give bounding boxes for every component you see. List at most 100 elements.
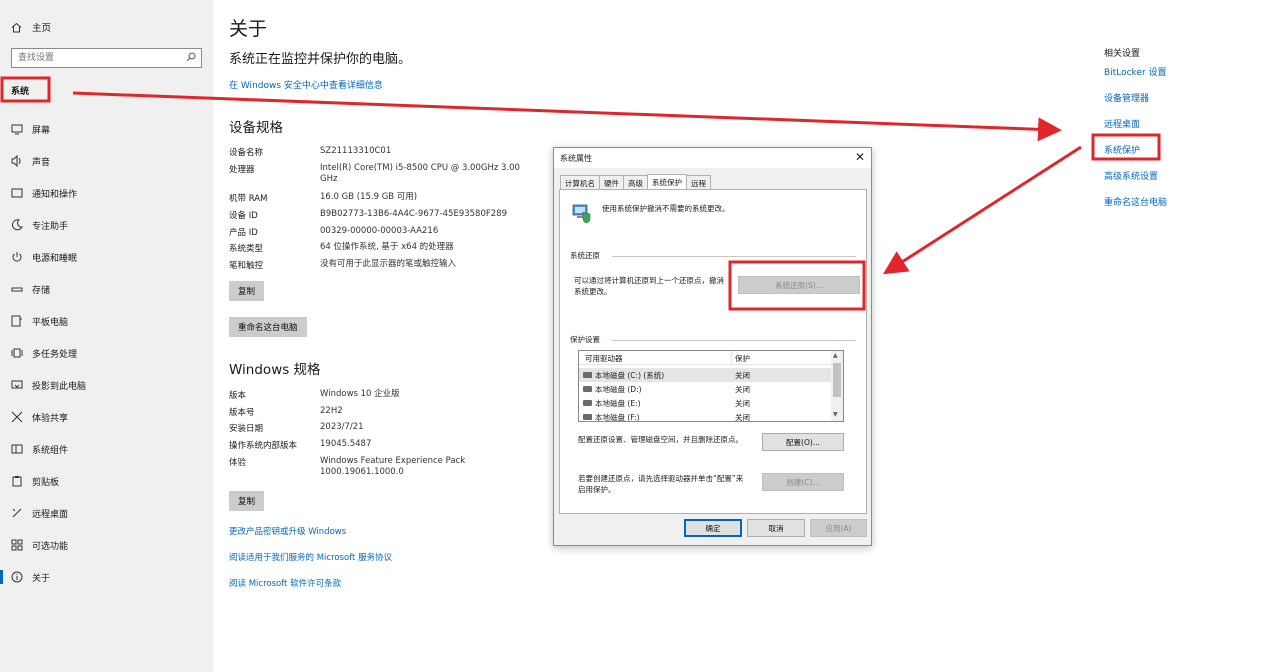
scroll-thumb[interactable] <box>833 363 841 397</box>
restore-text-line2: 系统更改。 <box>574 287 612 296</box>
nav-home[interactable]: 主页 <box>11 19 51 35</box>
drive-row[interactable]: 本地磁盘 (E:) 关闭 <box>579 396 831 410</box>
drive-icon <box>583 386 592 392</box>
notification-icon <box>10 187 24 199</box>
tab-advanced[interactable]: 高级 <box>623 175 648 189</box>
spec-key: 设备 ID <box>229 211 258 221</box>
drive-name: 本地磁盘 (D:) <box>595 385 642 394</box>
spec-value: Windows 10 企业版 <box>320 389 400 399</box>
apply-button[interactable]: 应用(A) <box>810 519 867 537</box>
tab-computer-name[interactable]: 计算机名 <box>560 175 600 189</box>
security-center-link[interactable]: 在 Windows 安全中心中查看详细信息 <box>229 78 383 91</box>
sidebar-item-components[interactable]: 系统组件 <box>0 439 213 459</box>
drive-row[interactable]: 本地磁盘 (F:) 关闭 <box>579 410 831 422</box>
spec-value: 2023/7/21 <box>320 422 364 432</box>
moon-icon <box>10 219 24 231</box>
sidebar-item-label: 远程桌面 <box>32 509 69 520</box>
components-icon <box>10 443 24 455</box>
bitlocker-link[interactable]: BitLocker 设置 <box>1104 65 1167 78</box>
remote-desktop-link[interactable]: 远程桌面 <box>1104 117 1140 130</box>
spec-value: 19045.5487 <box>320 439 372 449</box>
spec-key: 体验 <box>229 458 247 468</box>
system-protection-panel: 使用系统保护撤消不需要的系统更改。 系统还原 可以通过将计算机还原到上一个还原点… <box>559 189 867 514</box>
device-manager-link[interactable]: 设备管理器 <box>1104 91 1149 104</box>
configure-button[interactable]: 配置(O)... <box>762 433 844 451</box>
restore-group-label: 系统还原 <box>570 251 600 260</box>
col-protect-header[interactable]: 保护 <box>735 353 750 364</box>
spec-value: 没有可用于此显示器的笔或触控输入 <box>320 259 457 269</box>
sidebar-item-multitask[interactable]: 多任务处理 <box>0 343 213 363</box>
sidebar-item-features[interactable]: 可选功能 <box>0 535 213 555</box>
sidebar-item-share[interactable]: 体验共享 <box>0 407 213 427</box>
related-settings: 相关设置 BitLocker 设置 设备管理器 远程桌面 系统保护 高级系统设置… <box>1104 46 1274 208</box>
sidebar-item-label: 声音 <box>32 157 51 168</box>
sidebar: 主页 系统 屏幕声音通知和操作专注助手电源和睡眠存储平板电脑多任务处理投影到此电… <box>0 0 213 672</box>
advanced-system-settings-link[interactable]: 高级系统设置 <box>1104 169 1158 182</box>
sidebar-item-clipboard[interactable]: 剪贴板 <box>0 471 213 491</box>
sidebar-item-speaker[interactable]: 声音 <box>0 151 213 171</box>
system-restore-button[interactable]: 系统还原(S)... <box>738 276 860 294</box>
sidebar-item-label: 投影到此电脑 <box>32 381 87 392</box>
copy-device-specs-button[interactable]: 复制 <box>229 281 265 301</box>
scroll-up-icon[interactable]: ▲ <box>833 352 838 359</box>
rename-pc-link[interactable]: 重命名这台电脑 <box>1104 195 1167 208</box>
sidebar-item-label: 屏幕 <box>32 125 51 136</box>
protection-status: 系统正在监控并保护你的电脑。 <box>229 52 412 67</box>
spec-key: 操作系统内部版本 <box>229 441 298 451</box>
cancel-button[interactable]: 取消 <box>747 519 805 537</box>
create-button[interactable]: 创建(C)... <box>762 473 844 491</box>
spec-value: 16.0 GB (15.9 GB 可用) <box>320 192 418 202</box>
scroll-down-icon[interactable]: ▼ <box>833 411 838 418</box>
tab-remote[interactable]: 远程 <box>686 175 711 189</box>
dialog-tabs: 计算机名 硬件 高级 系统保护 远程 <box>560 174 711 189</box>
search-input[interactable] <box>12 49 180 67</box>
sidebar-item-label: 体验共享 <box>32 413 69 424</box>
sidebar-item-notification[interactable]: 通知和操作 <box>0 183 213 203</box>
service-agreement-link[interactable]: 阅读适用于我们服务的 Microsoft 服务协议 <box>229 551 392 563</box>
close-icon[interactable]: ✕ <box>855 150 865 164</box>
sidebar-item-tablet[interactable]: 平板电脑 <box>0 311 213 331</box>
sidebar-item-power[interactable]: 电源和睡眠 <box>0 247 213 267</box>
sidebar-item-info[interactable]: 关于 <box>0 567 213 587</box>
sidebar-item-remote[interactable]: 远程桌面 <box>0 503 213 523</box>
sidebar-item-project[interactable]: 投影到此电脑 <box>0 375 213 395</box>
restore-text-line1: 可以通过将计算机还原到上一个还原点，撤消 <box>574 276 724 285</box>
protect-group-divider <box>612 340 856 341</box>
display-icon <box>10 123 24 135</box>
rename-pc-button[interactable]: 重命名这台电脑 <box>229 317 307 337</box>
drive-row[interactable]: 本地磁盘 (D:) 关闭 <box>579 382 831 396</box>
col-drive-header[interactable]: 可用驱动器 <box>585 353 623 364</box>
drives-scrollbar[interactable]: ▲ ▼ <box>831 351 843 421</box>
sidebar-item-storage[interactable]: 存储 <box>0 279 213 299</box>
drive-icon <box>583 414 592 420</box>
tab-hardware[interactable]: 硬件 <box>599 175 624 189</box>
protect-group-label: 保护设置 <box>570 335 600 344</box>
power-icon <box>10 251 24 263</box>
nav-section-system[interactable]: 系统 <box>11 84 29 97</box>
dialog-titlebar[interactable]: 系统属性 ✕ <box>554 148 871 168</box>
system-protection-link[interactable]: 系统保护 <box>1104 143 1140 156</box>
license-terms-link[interactable]: 阅读 Microsoft 软件许可条款 <box>229 577 341 589</box>
search-icon[interactable] <box>186 52 196 62</box>
ok-button[interactable]: 确定 <box>684 519 742 537</box>
tab-system-protection[interactable]: 系统保护 <box>647 174 687 189</box>
spec-key: 笔和触控 <box>229 261 264 271</box>
spec-value: Intel(R) Core(TM) i5-8500 CPU @ 3.00GHz … <box>320 163 520 184</box>
spec-key: 版本号 <box>229 408 255 418</box>
drive-row[interactable]: 本地磁盘 (C:) (系统) 关闭 <box>579 368 831 382</box>
drives-list[interactable]: 可用驱动器 保护 本地磁盘 (C:) (系统) 关闭 本地磁盘 (D:) 关闭 本地磁盘… <box>578 350 844 422</box>
spec-key: 版本 <box>229 391 247 401</box>
copy-windows-specs-button[interactable]: 复制 <box>229 491 265 511</box>
create-text-line2: 启用保护。 <box>578 485 616 494</box>
change-product-key-link[interactable]: 更改产品密钥或升级 Windows <box>229 525 346 537</box>
drive-name: 本地磁盘 (E:) <box>595 399 641 408</box>
project-icon <box>10 379 24 391</box>
sidebar-item-label: 平板电脑 <box>32 317 69 328</box>
search-box[interactable] <box>11 48 202 68</box>
sidebar-item-moon[interactable]: 专注助手 <box>0 215 213 235</box>
sidebar-item-display[interactable]: 屏幕 <box>0 119 213 139</box>
tablet-icon <box>10 315 24 327</box>
drive-name: 本地磁盘 (F:) <box>595 413 640 422</box>
arrow-to-restore-button <box>882 145 1082 275</box>
sidebar-item-label: 电源和睡眠 <box>32 253 78 264</box>
